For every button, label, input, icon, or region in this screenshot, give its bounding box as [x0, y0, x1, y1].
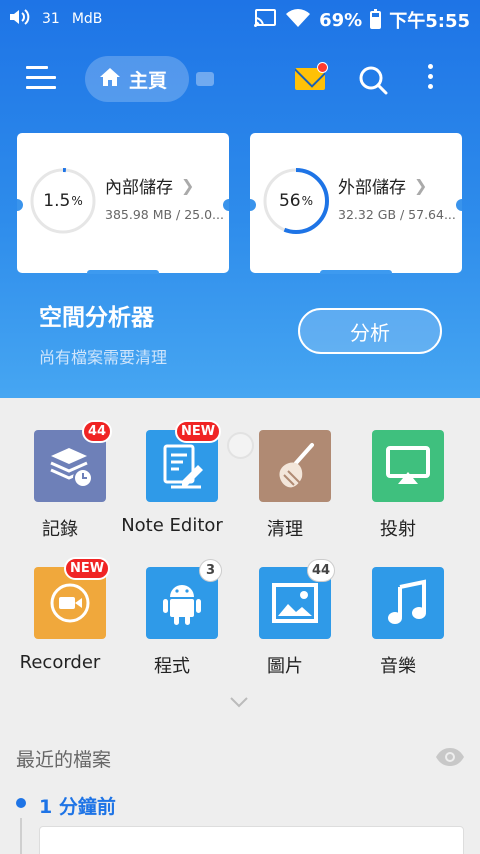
music-icon — [372, 567, 444, 639]
internal-storage-title: 內部儲存 — [105, 178, 173, 198]
toolbar: 主頁 — [0, 50, 480, 110]
home-label: 主頁 — [129, 69, 168, 92]
loading-indicator — [227, 432, 254, 459]
cast-status-icon — [253, 8, 277, 33]
analyze-button[interactable]: 分析 — [298, 308, 442, 354]
volume-icon — [8, 8, 30, 30]
chevron-right-icon: ❯ — [414, 176, 428, 195]
status-number: 31 — [42, 11, 60, 27]
space-analyzer-subtitle: 尚有檔案需要清理 — [39, 348, 168, 367]
recent-file-card[interactable] — [39, 826, 464, 854]
search-icon[interactable] — [357, 64, 389, 96]
wifi-icon — [285, 8, 311, 33]
broom-icon — [259, 430, 331, 502]
chevron-down-icon[interactable] — [229, 694, 249, 708]
status-text: MdB — [71, 11, 103, 27]
notification-dot — [317, 62, 328, 73]
battery-icon — [370, 9, 382, 29]
external-storage-detail: 32.32 GB / 57.64... — [338, 207, 456, 222]
count-badge: 44 — [307, 559, 336, 582]
timeline-line — [20, 818, 22, 854]
external-percent: 56 — [278, 191, 301, 211]
internal-percent: 1.5 — [43, 191, 71, 211]
internal-storage-card[interactable]: 1.5% 內部儲存 ❯ 385.98 MB / 25.0... — [17, 133, 229, 274]
clock: 下午5:55 — [389, 11, 470, 32]
more-options-icon[interactable] — [426, 64, 434, 96]
window-icon[interactable] — [196, 72, 214, 86]
internal-storage-detail: 385.98 MB / 25.0... — [105, 207, 224, 222]
app-label: 投射 — [380, 519, 416, 540]
internal-usage-ring: 1.5% — [29, 167, 97, 235]
count-badge: 44 — [82, 420, 113, 443]
timeline-dot — [16, 798, 26, 808]
status-bar: 31 MdB 69% 下午5:55 — [0, 0, 480, 38]
menu-icon[interactable] — [26, 64, 56, 92]
recent-time-label: 1 分鐘前 — [39, 796, 116, 818]
app-label: 音樂 — [380, 656, 416, 677]
chevron-right-icon: ❯ — [181, 176, 195, 195]
recent-files-title: 最近的檔案 — [16, 749, 112, 771]
home-tab[interactable]: 主頁 — [85, 56, 189, 102]
external-storage-card[interactable]: 56% 外部儲存 ❯ 32.32 GB / 57.64... — [250, 133, 462, 274]
new-badge: NEW — [175, 420, 222, 443]
space-analyzer-title: 空間分析器 — [39, 305, 154, 331]
new-badge: NEW — [64, 557, 111, 580]
battery-percent: 69% — [319, 9, 363, 31]
count-badge: 3 — [199, 559, 222, 582]
external-usage-ring: 56% — [262, 167, 330, 235]
external-storage-title: 外部儲存 — [338, 178, 406, 198]
eye-icon[interactable] — [435, 746, 465, 768]
home-icon — [99, 67, 121, 92]
cast-icon — [372, 430, 444, 502]
